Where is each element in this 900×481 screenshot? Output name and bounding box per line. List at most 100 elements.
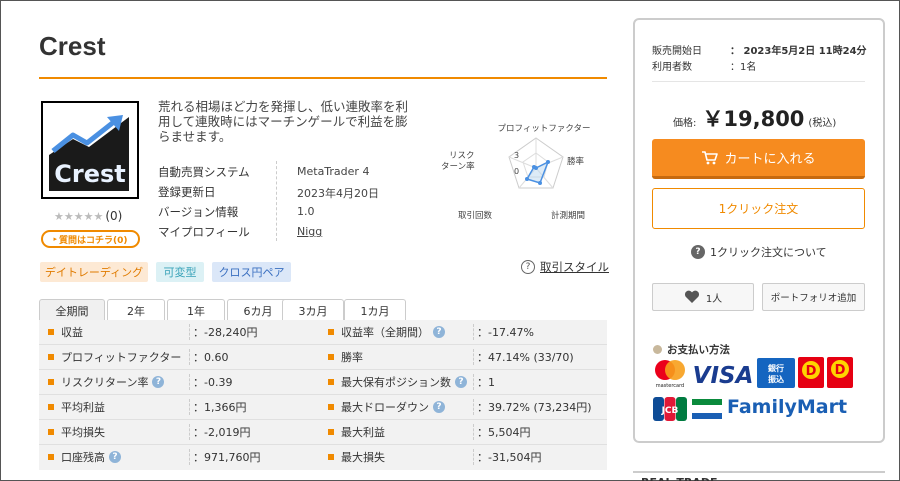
stat-label-return-rate: 収益率（全期間） xyxy=(341,326,429,339)
bullet-icon xyxy=(48,454,54,460)
stat-value-max-profit: ：5,504円 xyxy=(477,426,531,439)
real-trade-heading: REAL TRADE xyxy=(633,471,885,481)
radar-point-risk xyxy=(532,165,536,169)
jcb-icon: JCB xyxy=(653,397,687,421)
help-icon[interactable]: ? xyxy=(433,326,445,338)
visa-icon: VISA xyxy=(693,361,754,389)
title-divider xyxy=(39,77,607,79)
rating-stars: ★★★★★ (0) xyxy=(54,209,122,223)
jcb-text: JCB xyxy=(661,406,679,416)
profile-link[interactable]: Nigg xyxy=(297,225,322,238)
tab-1m[interactable]: 1カ月 xyxy=(344,299,406,321)
visa-text: VISA xyxy=(694,363,752,387)
bullet-icon xyxy=(48,404,54,410)
panel-divider xyxy=(652,81,865,82)
stats-row: リスクリターン率? ：-0.39 最大保有ポジション数? ：1 xyxy=(39,370,607,395)
stats-row: 平均損失 ：-2,019円 最大利益 ：5,504円 xyxy=(39,420,607,445)
stat-value-win-rate: ：47.14% (33/70) xyxy=(477,351,574,364)
like-button[interactable]: 1人 xyxy=(652,283,754,311)
info-value-updated: 2023年4月20日 xyxy=(297,187,379,200)
daily-yamazaki-icon: D xyxy=(798,357,824,388)
stat-label-max-drawdown: 最大ドローダウン xyxy=(341,401,429,414)
info-value-version: 1.0 xyxy=(297,205,315,218)
trade-style-link[interactable]: ? 取引スタイル xyxy=(521,259,609,275)
tag-cross-yen[interactable]: クロス円ペア xyxy=(212,262,291,282)
add-to-cart-button[interactable]: カートに入れる xyxy=(652,139,865,179)
stat-value-max-drawdown: ：39.72% (73,234円) xyxy=(477,401,592,414)
mastercard-icon: mastercard xyxy=(652,358,688,389)
stats-row: プロフィットファクター ：0.60 勝率 ：47.14% (33/70) xyxy=(39,345,607,370)
users-label: 利用者数 xyxy=(652,62,692,73)
bullet-icon xyxy=(48,329,54,335)
logo-text: Crest xyxy=(54,160,125,188)
stat-label-max-profit: 最大利益 xyxy=(341,426,385,439)
bank-transfer-icon: 銀行 振込 xyxy=(757,358,795,388)
stat-label-max-loss: 最大損失 xyxy=(341,451,385,464)
users-value: ：1名 xyxy=(730,62,757,73)
cart-button-label: カートに入れる xyxy=(724,152,816,167)
product-description: 荒れる相場ほど力を発揮し、低い連敗率を利用して連敗時にはマーチンゲールで利益を膨… xyxy=(158,99,409,144)
price-label: 価格: xyxy=(673,118,697,129)
stats-row: 平均利益 ：1,366円 最大ドローダウン? ：39.72% (73,234円) xyxy=(39,395,607,420)
stat-value-avg-profit: ：1,366円 xyxy=(193,401,247,414)
tab-2y[interactable]: 2年 xyxy=(107,299,165,321)
question-button[interactable]: ▸ 質問はコチラ(0) xyxy=(41,230,140,248)
info-label-system: 自動売買システム xyxy=(158,165,250,179)
stats-table: 収益 ：-28,240円 収益率（全期間）? ：-17.47% プロフィットファ… xyxy=(39,320,607,470)
about-one-click-link[interactable]: ? 1クリック注文について xyxy=(691,244,827,260)
stat-value-max-loss: ：-31,504円 xyxy=(477,451,542,464)
tab-all[interactable]: 全期間 xyxy=(39,299,105,321)
radar-label-profit-factor: プロフィットファクター xyxy=(498,124,591,134)
radar-tick-high: 3 xyxy=(514,151,519,160)
bullet-icon xyxy=(328,379,334,385)
product-title: Crest xyxy=(39,31,106,61)
stat-label-max-positions: 最大保有ポジション数 xyxy=(341,376,451,389)
tag-daytrading[interactable]: デイトレーディング xyxy=(40,262,148,282)
radar-label-risk-line2: ターン率 xyxy=(441,161,475,172)
bullet-icon xyxy=(328,354,334,360)
stat-value-pf: ：0.60 xyxy=(193,351,229,364)
radar-point-win-rate xyxy=(546,160,550,164)
rating-count: (0) xyxy=(105,209,123,223)
help-icon[interactable]: ? xyxy=(109,451,121,463)
question-button-label: 質問はコチラ(0) xyxy=(59,235,128,246)
tab-3m[interactable]: 3カ月 xyxy=(282,299,344,321)
payment-title-label: お支払い方法 xyxy=(667,344,730,356)
stats-row: 口座残高? ：971,760円 最大損失 ：-31,504円 xyxy=(39,445,607,470)
info-value-system: MetaTrader 4 xyxy=(297,165,370,178)
familymart-stripes-icon xyxy=(692,399,722,419)
add-portfolio-button[interactable]: ポートフォリオ追加 xyxy=(762,283,865,311)
info-label-updated: 登録更新日 xyxy=(158,185,216,199)
bank-text-2: 振込 xyxy=(768,374,784,384)
caret-right-icon: ▸ xyxy=(53,235,57,243)
tab-1y[interactable]: 1年 xyxy=(167,299,225,321)
question-icon: ? xyxy=(521,260,535,274)
radar-label-trades: 取引回数 xyxy=(458,210,493,221)
radar-chart: 3 0 プロフィットファクター 勝率 計測期間 取引回数 リスク ターン率 xyxy=(431,116,611,226)
bullet-icon xyxy=(48,429,54,435)
daily-store-icon: D xyxy=(827,357,853,388)
question-icon: ? xyxy=(691,245,705,259)
stat-value-max-positions: ：1 xyxy=(477,376,495,389)
trade-style-label: 取引スタイル xyxy=(540,260,609,274)
stat-label-win-rate: 勝率 xyxy=(341,351,363,364)
price: 価格: ￥19,800 (税込) xyxy=(673,103,836,133)
release-value: ： 2023年5月2日 11時24分 xyxy=(730,46,867,57)
help-icon[interactable]: ? xyxy=(433,401,445,413)
info-label-version: バージョン情報 xyxy=(158,205,239,219)
stat-value-avg-loss: ：-2,019円 xyxy=(193,426,251,439)
price-value: ￥19,800 xyxy=(702,107,805,131)
price-tax: (税込) xyxy=(808,118,837,129)
help-icon[interactable]: ? xyxy=(455,376,467,388)
stat-value-balance: ：971,760円 xyxy=(193,451,261,464)
one-click-order-button[interactable]: 1クリック注文 xyxy=(652,188,865,229)
tab-6m[interactable]: 6カ月 xyxy=(227,299,289,321)
tag-variable[interactable]: 可変型 xyxy=(156,262,204,282)
radar-point-period xyxy=(538,181,542,185)
radar-label-win-rate: 勝率 xyxy=(567,156,585,167)
help-icon[interactable]: ? xyxy=(152,376,165,388)
svg-text:D: D xyxy=(835,363,846,378)
product-logo: Crest xyxy=(41,101,139,199)
stars-glyphs: ★★★★★ xyxy=(54,210,104,223)
familymart-text: FamilyMart xyxy=(727,396,848,418)
